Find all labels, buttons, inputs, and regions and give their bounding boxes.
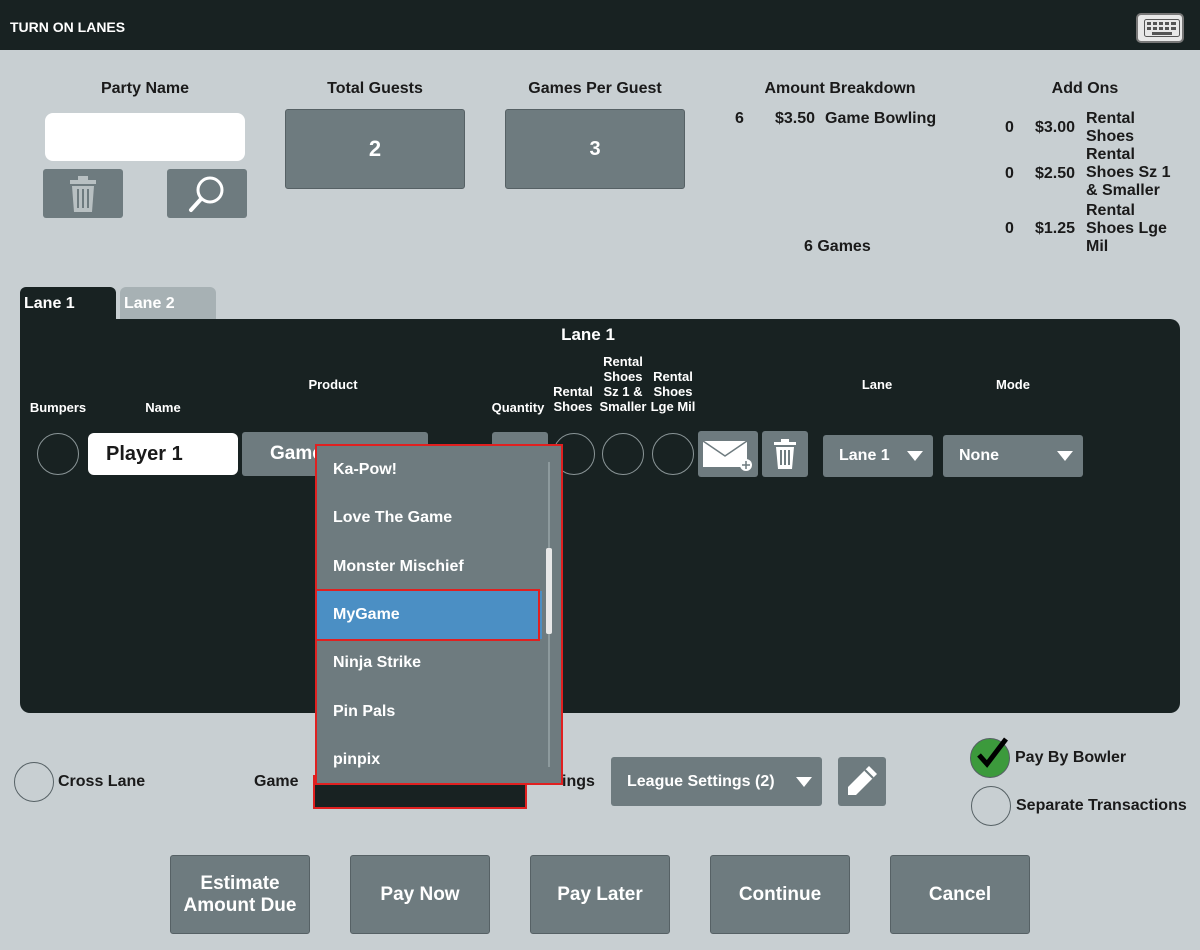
tab-lane-1[interactable]: Lane 1 — [20, 287, 116, 321]
breakdown-item: Game Bowling — [825, 110, 937, 127]
lane-select-value: Lane 1 — [839, 447, 890, 464]
addon-name: Rental Shoes — [1086, 110, 1135, 145]
pencil-icon — [848, 766, 877, 795]
keyboard-button[interactable] — [1136, 13, 1184, 43]
search-icon — [189, 176, 224, 212]
league-settings-select[interactable]: League Settings (2) — [611, 757, 822, 806]
rental-shoes-mil-toggle[interactable] — [652, 433, 694, 475]
bumpers-header: Bumpers — [29, 400, 87, 415]
keyboard-icon — [1144, 19, 1180, 37]
addon-price: $1.25 — [1035, 220, 1076, 237]
trash-icon — [774, 439, 796, 469]
dropdown-item[interactable]: Love The Game — [317, 494, 547, 542]
checkmark-icon — [977, 737, 1008, 768]
continue-button[interactable]: Continue — [710, 855, 850, 934]
dropdown-item[interactable]: Ka-Pow! — [317, 446, 547, 494]
amount-breakdown-label: Amount Breakdown — [764, 80, 916, 97]
mode-header: Mode — [996, 377, 1030, 392]
dropdown-item[interactable]: Monster Mischief — [317, 543, 547, 591]
pay-now-button[interactable]: Pay Now — [350, 855, 490, 934]
estimate-amount-due-button[interactable]: Estimate Amount Due — [170, 855, 310, 934]
mail-add-icon — [702, 440, 752, 471]
games-per-guest-label: Games Per Guest — [528, 80, 662, 97]
game-label: Game — [254, 773, 299, 790]
trash-icon — [70, 175, 96, 212]
clear-party-button[interactable] — [43, 169, 123, 218]
edit-league-button[interactable] — [838, 757, 886, 806]
tab-lane-2[interactable]: Lane 2 — [120, 287, 216, 321]
breakdown-qty: 6 — [735, 110, 744, 127]
addon-name: Rental Shoes Lge Mil — [1086, 202, 1167, 255]
addon-price: $2.50 — [1035, 165, 1076, 182]
pay-later-button[interactable]: Pay Later — [530, 855, 670, 934]
dropdown-item[interactable]: Ninja Strike — [317, 639, 547, 687]
chevron-down-icon — [907, 451, 923, 461]
lane-select[interactable]: Lane 1 — [823, 435, 933, 477]
lane-panel-title: Lane 1 — [561, 325, 615, 344]
mode-select[interactable]: None — [943, 435, 1083, 477]
product-header: Product — [308, 377, 358, 392]
party-name-input[interactable] — [45, 113, 245, 161]
breakdown-total: 6 Games — [804, 238, 871, 255]
dropdown-scroll-thumb[interactable] — [546, 548, 552, 634]
addon-name: Rental Shoes Sz 1 & Smaller — [1086, 146, 1171, 199]
separate-transactions-toggle[interactable] — [971, 786, 1011, 826]
games-per-guest-field[interactable]: 3 — [505, 109, 685, 189]
title-bar: TURN ON LANES — [0, 0, 1200, 50]
addon-price: $3.00 — [1035, 119, 1076, 136]
player-name-input[interactable]: Player 1 — [88, 433, 238, 475]
lane-header: Lane — [861, 377, 893, 392]
settings-label: ings — [562, 773, 595, 790]
addon-qty: 0 — [1005, 119, 1014, 136]
rental-shoes-small-toggle[interactable] — [602, 433, 644, 475]
chevron-down-icon — [1057, 451, 1073, 461]
rental-shoes-header: Rental Shoes — [553, 384, 593, 414]
email-button[interactable] — [698, 431, 758, 477]
search-party-button[interactable] — [167, 169, 247, 218]
quantity-header: Quantity — [491, 400, 545, 415]
pay-by-bowler-label: Pay By Bowler — [1015, 749, 1127, 766]
selected-item-highlight — [315, 589, 540, 641]
dropdown-item[interactable]: Pin Pals — [317, 688, 547, 736]
cross-lane-label: Cross Lane — [58, 773, 146, 790]
rental-shoes-mil-header: Rental Shoes Lge Mil — [650, 369, 696, 414]
separate-transactions-label: Separate Transactions — [1016, 797, 1187, 814]
total-guests-field[interactable]: 2 — [285, 109, 465, 189]
bumpers-toggle[interactable] — [37, 433, 79, 475]
pay-by-bowler-toggle[interactable] — [970, 737, 1010, 778]
addon-qty: 0 — [1005, 220, 1014, 237]
rental-shoes-small-header: Rental Shoes Sz 1 & Smaller — [599, 354, 647, 414]
name-header: Name — [145, 400, 181, 415]
window-title: TURN ON LANES — [10, 19, 126, 35]
dropdown-item[interactable]: pinpix — [317, 736, 547, 783]
chevron-down-icon — [796, 777, 812, 787]
party-name-label: Party Name — [100, 80, 190, 97]
cross-lane-toggle[interactable] — [14, 762, 54, 802]
addon-qty: 0 — [1005, 165, 1014, 182]
total-guests-label: Total Guests — [327, 80, 423, 97]
breakdown-price: $3.50 — [775, 110, 816, 127]
league-settings-value: League Settings (2) — [627, 773, 775, 790]
add-ons-label: Add Ons — [1051, 80, 1119, 97]
mode-select-value: None — [959, 447, 999, 464]
delete-player-button[interactable] — [762, 431, 808, 477]
cancel-button[interactable]: Cancel — [890, 855, 1030, 934]
